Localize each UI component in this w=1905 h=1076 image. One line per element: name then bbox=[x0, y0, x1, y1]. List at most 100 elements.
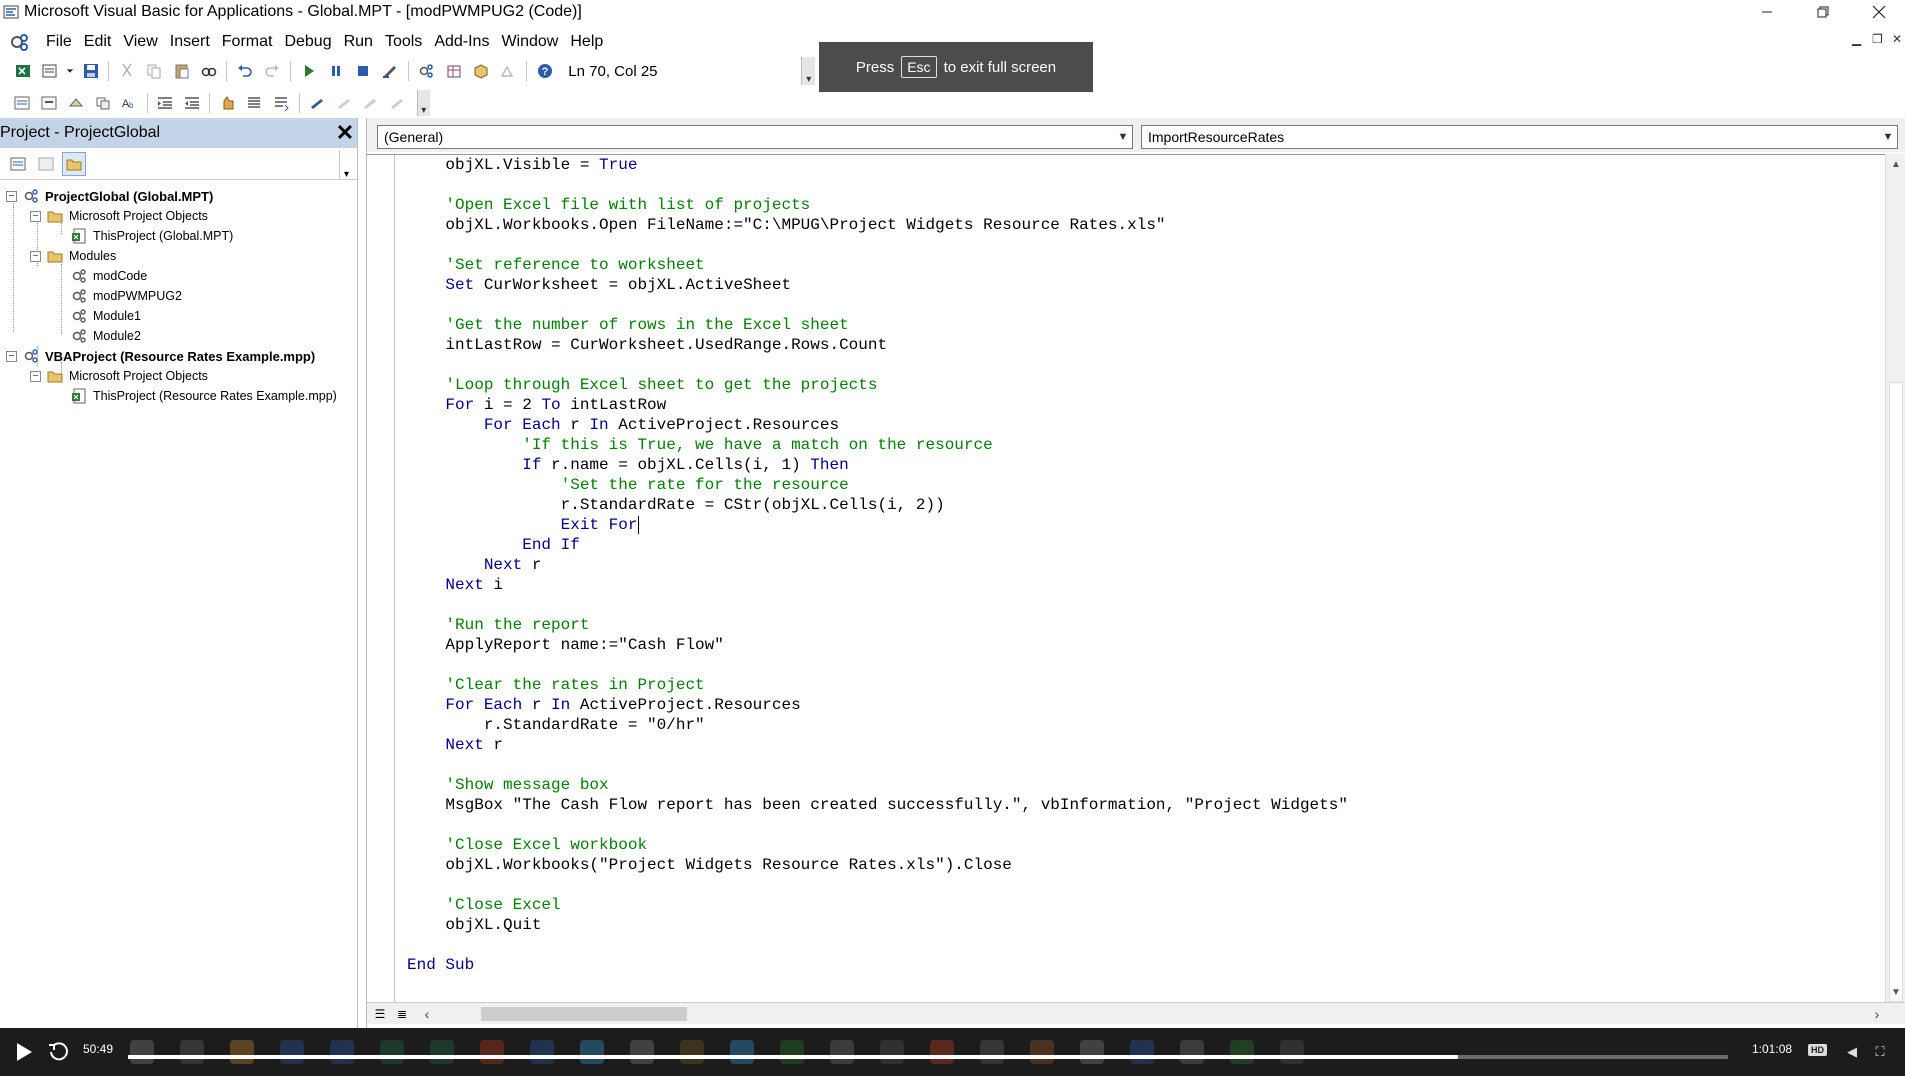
undo-icon[interactable] bbox=[232, 58, 257, 84]
horizontal-scrollbar[interactable]: ‹ › bbox=[417, 1003, 1887, 1025]
replay-icon[interactable] bbox=[46, 1040, 70, 1064]
mdi-minimize-icon[interactable]: ▁ bbox=[1852, 32, 1861, 46]
code-line[interactable] bbox=[407, 815, 1348, 835]
code-line[interactable]: r.StandardRate = "0/hr" bbox=[407, 715, 1348, 735]
restore-icon[interactable] bbox=[1800, 0, 1846, 24]
project-explorer-icon[interactable] bbox=[414, 58, 439, 84]
code-line[interactable] bbox=[407, 875, 1348, 895]
code-line[interactable]: 'Loop through Excel sheet to get the pro… bbox=[407, 375, 1348, 395]
view-code-icon[interactable] bbox=[6, 152, 30, 176]
toolbar-options-icon[interactable]: ▾ bbox=[801, 57, 816, 85]
parameter-info-icon[interactable] bbox=[90, 90, 115, 116]
code-line[interactable]: objXL.Visible = True bbox=[407, 155, 1348, 175]
list-properties-icon[interactable] bbox=[10, 90, 35, 116]
collapse-icon[interactable]: − bbox=[6, 350, 17, 362]
code-line[interactable]: Next r bbox=[407, 555, 1348, 575]
chevron-down-icon[interactable]: ▼ bbox=[1879, 131, 1897, 143]
menu-file[interactable]: File bbox=[40, 33, 78, 51]
code-text[interactable]: objXL.Visible = True 'Open Excel file wi… bbox=[407, 155, 1348, 975]
list-constants-icon[interactable] bbox=[37, 90, 62, 116]
break-icon[interactable] bbox=[323, 58, 348, 84]
reset-icon[interactable] bbox=[350, 58, 375, 84]
code-line[interactable]: intLastRow = CurWorksheet.UsedRange.Rows… bbox=[407, 335, 1348, 355]
code-line[interactable]: Next i bbox=[407, 575, 1348, 595]
scroll-left-icon[interactable]: ‹ bbox=[417, 1003, 437, 1025]
comment-block-icon[interactable] bbox=[242, 90, 267, 116]
code-line[interactable]: 'Set the rate for the resource bbox=[407, 475, 1348, 495]
tree-node-module1[interactable]: Module1 bbox=[70, 306, 141, 326]
redo-icon[interactable] bbox=[260, 58, 285, 84]
collapse-icon[interactable]: − bbox=[6, 190, 17, 202]
menu-add-ins[interactable]: Add-Ins bbox=[428, 33, 495, 51]
edit-toolbar-options-icon[interactable]: ▾ bbox=[416, 90, 430, 116]
code-line[interactable]: 'Clear the rates in Project bbox=[407, 675, 1348, 695]
code-line[interactable] bbox=[407, 935, 1348, 955]
tree-node-modules[interactable]: − Modules bbox=[30, 246, 116, 266]
code-line[interactable] bbox=[407, 235, 1348, 255]
code-line[interactable]: For Each r In ActiveProject.Resources bbox=[407, 415, 1348, 435]
vertical-scrollbar[interactable]: ▲ ▼ bbox=[1885, 154, 1905, 1002]
volume-icon[interactable]: ◀ bbox=[1842, 1042, 1862, 1062]
previous-bookmark-icon[interactable] bbox=[358, 90, 383, 116]
code-line[interactable] bbox=[407, 655, 1348, 675]
object-browser-icon[interactable] bbox=[469, 58, 494, 84]
fullscreen-icon[interactable]: ⛶ bbox=[1870, 1042, 1890, 1062]
run-icon[interactable] bbox=[296, 58, 321, 84]
tree-node-modpwmpug2[interactable]: modPWMPUG2 bbox=[70, 286, 182, 306]
uncomment-block-icon[interactable] bbox=[269, 90, 294, 116]
tree-node-vbaproject[interactable]: − VBAProject (Resource Rates Example.mpp… bbox=[6, 346, 315, 366]
toolbox-icon[interactable] bbox=[496, 58, 521, 84]
chevron-down-icon[interactable]: ▼ bbox=[1114, 131, 1132, 143]
minimize-icon[interactable] bbox=[1744, 0, 1790, 24]
code-line[interactable]: 'Show message box bbox=[407, 775, 1348, 795]
chevron-down-icon[interactable] bbox=[65, 58, 77, 84]
code-line[interactable]: For Each r In ActiveProject.Resources bbox=[407, 695, 1348, 715]
excel-view-icon[interactable] bbox=[10, 58, 35, 84]
clear-bookmarks-icon[interactable] bbox=[385, 90, 410, 116]
collapse-icon[interactable]: − bbox=[30, 370, 41, 382]
code-line[interactable]: End Sub bbox=[407, 955, 1348, 975]
code-line[interactable]: Set CurWorksheet = objXL.ActiveSheet bbox=[407, 275, 1348, 295]
code-editor[interactable]: objXL.Visible = True 'Open Excel file wi… bbox=[367, 154, 1886, 1003]
procedure-view-icon[interactable]: ☰ bbox=[371, 1005, 389, 1023]
code-line[interactable]: For i = 2 To intLastRow bbox=[407, 395, 1348, 415]
menu-edit[interactable]: Edit bbox=[78, 33, 118, 51]
code-line[interactable]: 'Close Excel workbook bbox=[407, 835, 1348, 855]
tree-node-module2[interactable]: Module2 bbox=[70, 326, 141, 346]
cut-icon[interactable] bbox=[114, 58, 139, 84]
code-line[interactable]: 'If this is True, we have a match on the… bbox=[407, 435, 1348, 455]
procedure-dropdown[interactable]: ImportResourceRates ▼ bbox=[1141, 125, 1898, 149]
code-line[interactable]: Exit For bbox=[407, 515, 1348, 535]
scroll-thumb[interactable] bbox=[1889, 382, 1903, 1002]
complete-word-icon[interactable]: Ab bbox=[117, 90, 142, 116]
find-icon[interactable] bbox=[196, 58, 221, 84]
video-progress-bar[interactable] bbox=[128, 1055, 1728, 1059]
code-line[interactable]: objXL.Quit bbox=[407, 915, 1348, 935]
collapse-icon[interactable]: − bbox=[30, 210, 41, 222]
code-line[interactable] bbox=[407, 755, 1348, 775]
code-line[interactable]: End If bbox=[407, 535, 1348, 555]
hd-badge[interactable]: HD bbox=[1808, 1044, 1827, 1056]
tree-node-projectglobal[interactable]: − ProjectGlobal (Global.MPT) bbox=[6, 186, 213, 206]
next-bookmark-icon[interactable] bbox=[331, 90, 356, 116]
scroll-up-icon[interactable]: ▲ bbox=[1886, 154, 1905, 174]
toggle-breakpoint-icon[interactable] bbox=[215, 90, 240, 116]
object-dropdown[interactable]: (General) ▼ bbox=[377, 125, 1133, 149]
menu-window[interactable]: Window bbox=[495, 33, 564, 51]
quick-info-icon[interactable] bbox=[64, 90, 89, 116]
mdi-close-icon[interactable]: ✕ bbox=[1892, 32, 1902, 46]
code-line[interactable]: 'Set reference to worksheet bbox=[407, 255, 1348, 275]
menu-run[interactable]: Run bbox=[338, 33, 379, 51]
paste-icon[interactable] bbox=[169, 58, 194, 84]
copy-icon[interactable] bbox=[142, 58, 167, 84]
insert-module-icon[interactable] bbox=[37, 58, 62, 84]
horizontal-scroll-thumb[interactable] bbox=[481, 1007, 687, 1021]
collapse-icon[interactable]: − bbox=[30, 250, 41, 262]
toggle-folders-icon[interactable] bbox=[62, 151, 86, 176]
code-margin[interactable] bbox=[367, 155, 395, 1003]
chevron-down-icon[interactable]: ▾ bbox=[339, 150, 353, 180]
help-icon[interactable]: ? bbox=[532, 58, 557, 84]
menu-debug[interactable]: Debug bbox=[278, 33, 337, 51]
code-line[interactable] bbox=[407, 355, 1348, 375]
menu-view[interactable]: View bbox=[117, 33, 163, 51]
